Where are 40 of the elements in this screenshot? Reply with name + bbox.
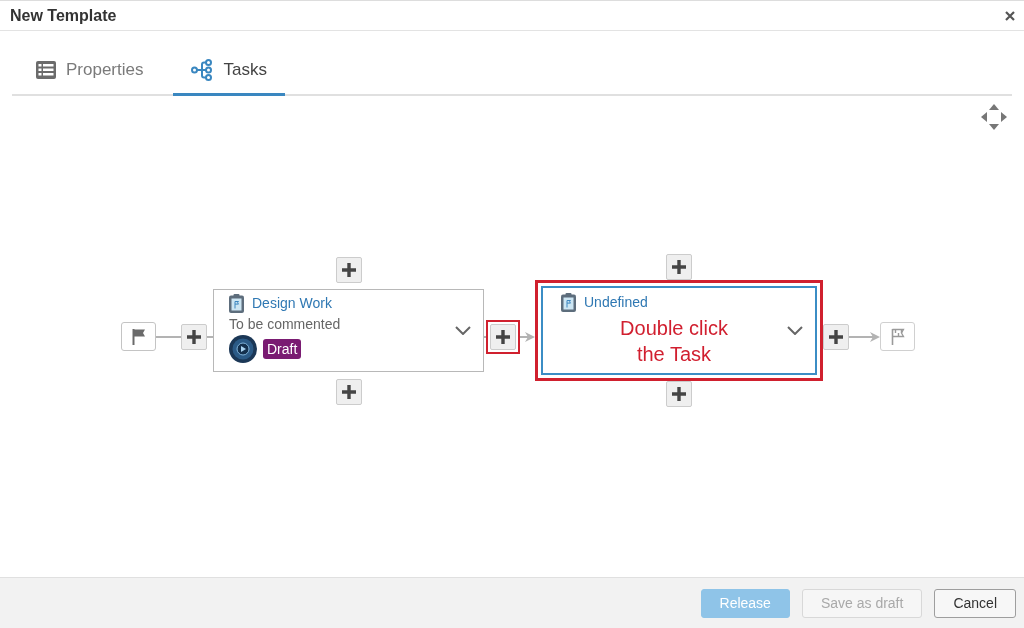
add-button[interactable] [666,254,692,280]
add-button[interactable] [335,379,362,405]
tab[interactable]: Properties [18,50,162,96]
avatar-icon [229,335,257,363]
clipboard-icon [561,292,576,312]
flag-icon[interactable] [121,322,156,351]
add-button[interactable] [335,257,362,283]
connector-line [156,335,181,338]
close-button[interactable] [1003,8,1017,23]
finish-flag-icon[interactable] [880,322,915,351]
plus-icon [672,387,686,401]
add-button[interactable] [666,381,692,407]
status-badge: Draft [263,339,302,359]
dialog-button[interactable]: Cancel [934,588,1016,618]
connector-arrow [520,330,535,343]
window-title: New Template [10,5,117,26]
task-card[interactable]: Design Work To be commented Draft [213,289,484,372]
add-button[interactable] [823,323,849,350]
add-button[interactable] [181,323,207,350]
chevron-down-icon[interactable] [455,326,471,335]
plus-icon [672,260,686,274]
plus-icon [341,263,356,277]
tab[interactable]: Tasks [173,50,285,96]
annotation-text: Double click the Task [619,316,729,367]
move-icon[interactable] [980,103,1008,131]
plus-icon [187,329,201,344]
task-status: To be commented [229,315,341,333]
close-icon [1005,10,1015,21]
chevron-down-icon[interactable] [787,326,803,335]
plus-icon [341,385,356,399]
plus-icon [829,329,843,344]
task-title: Undefined [584,293,648,311]
connector-line [207,335,213,338]
connector-arrow [849,330,880,343]
plus-icon [496,329,510,344]
task-title: Design Work [252,294,332,312]
clipboard-icon [229,293,244,313]
list-icon [36,60,56,79]
task-card[interactable]: Undefined Double click the Task [541,286,817,375]
workflow-icon [191,58,214,81]
